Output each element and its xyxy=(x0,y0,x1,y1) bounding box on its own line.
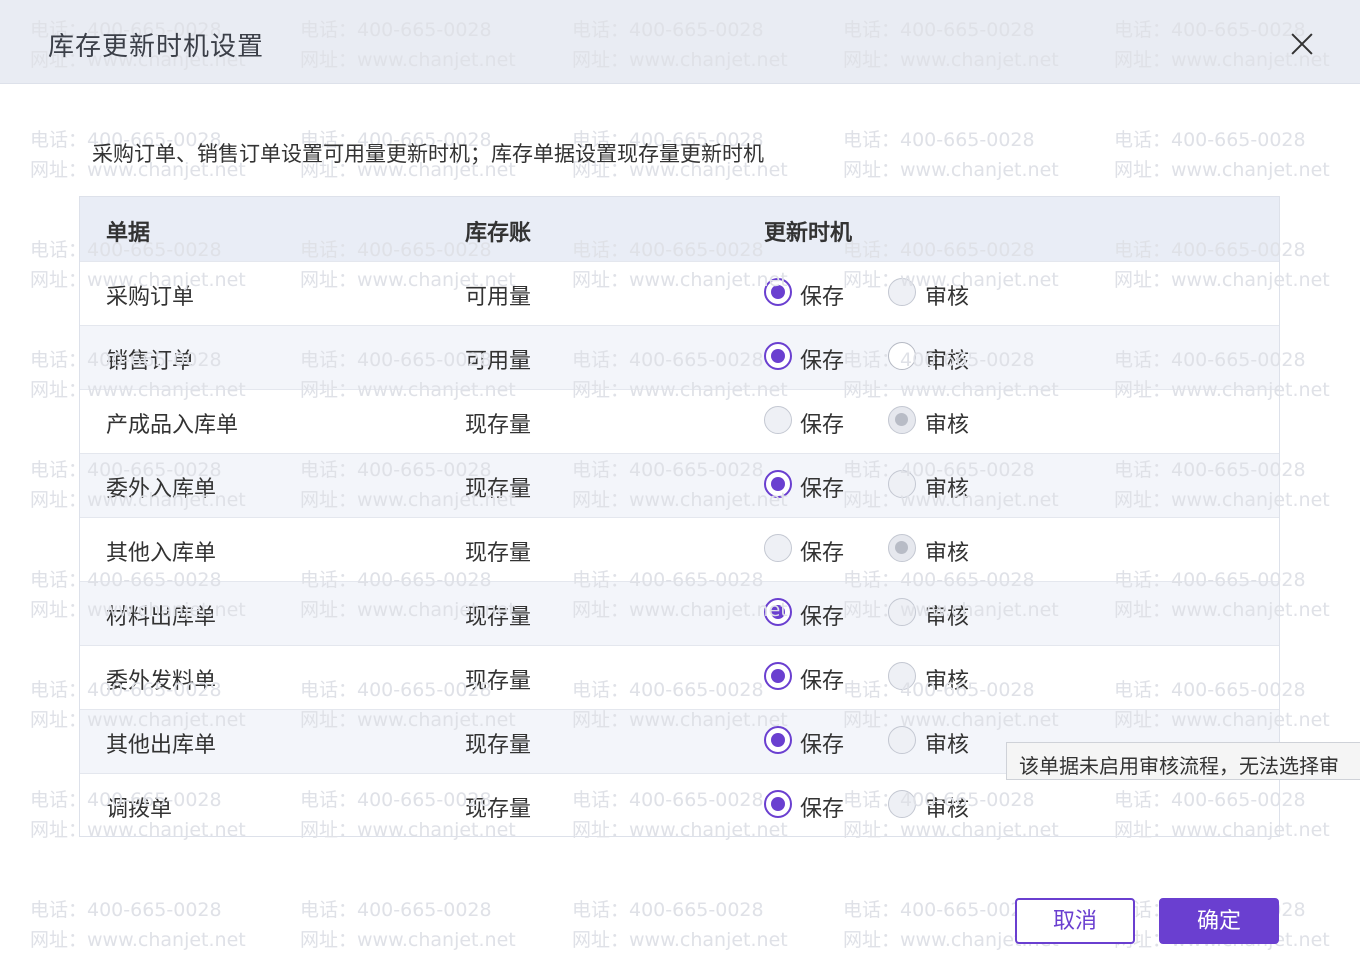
audit-radio-label: 审核 xyxy=(925,413,970,438)
audit-radio[interactable] xyxy=(888,406,916,434)
audit-radio-label: 审核 xyxy=(925,669,970,694)
save-radio[interactable] xyxy=(764,342,792,370)
save-radio[interactable] xyxy=(764,278,792,306)
save-radio-label: 保存 xyxy=(800,733,845,758)
audit-radio[interactable] xyxy=(888,534,916,562)
dialog-description: 采购订单、销售订单设置可用量更新时机；库存单据设置现存量更新时机 xyxy=(92,142,764,166)
watermark-text: 电话：400-665-0028网址：www.chanjet.net xyxy=(1114,129,1330,181)
audit-radio[interactable] xyxy=(888,598,916,626)
document-name: 销售订单 xyxy=(106,349,195,374)
save-radio-label: 保存 xyxy=(800,413,845,438)
audit-radio[interactable] xyxy=(888,662,916,690)
document-name: 产成品入库单 xyxy=(106,413,239,438)
ledger-type: 现存量 xyxy=(465,733,532,758)
table-row: 其他入库单 现存量 保存 审核 xyxy=(80,517,1279,581)
audit-radio-label: 审核 xyxy=(925,541,970,566)
table-row: 销售订单 可用量 保存 审核 xyxy=(80,325,1279,389)
dialog-title: 库存更新时机设置 xyxy=(48,32,265,62)
save-radio-label: 保存 xyxy=(800,605,845,630)
settings-table: 单据 库存账 更新时机 采购订单 可用量 保存 审核 销售订单 可用量 保存 审… xyxy=(79,196,1280,837)
save-radio-label: 保存 xyxy=(800,349,845,374)
ledger-type: 现存量 xyxy=(465,413,532,438)
table-row: 产成品入库单 现存量 保存 审核 xyxy=(80,389,1279,453)
save-radio[interactable] xyxy=(764,470,792,498)
document-name: 其他入库单 xyxy=(106,541,217,566)
ledger-type: 现存量 xyxy=(465,605,532,630)
save-radio[interactable] xyxy=(764,790,792,818)
audit-radio-label: 审核 xyxy=(925,797,970,822)
document-name: 委外发料单 xyxy=(106,669,217,694)
audit-radio-label: 审核 xyxy=(925,285,970,310)
document-name: 委外入库单 xyxy=(106,477,217,502)
audit-radio-label: 审核 xyxy=(925,477,970,502)
watermark-text: 电话：400-665-0028网址：www.chanjet.net xyxy=(843,129,1059,181)
save-radio-label: 保存 xyxy=(800,285,845,310)
ledger-type: 现存量 xyxy=(465,669,532,694)
audit-radio-label: 审核 xyxy=(925,733,970,758)
confirm-button[interactable]: 确定 xyxy=(1159,898,1279,944)
document-name: 调拨单 xyxy=(106,797,173,822)
cancel-button[interactable]: 取消 xyxy=(1015,898,1135,944)
close-icon[interactable] xyxy=(1286,28,1318,60)
document-name: 采购订单 xyxy=(106,285,195,310)
audit-radio[interactable] xyxy=(888,470,916,498)
table-row: 材料出库单 现存量 保存 审核 xyxy=(80,581,1279,645)
watermark-text: 电话：400-665-0028网址：www.chanjet.net xyxy=(300,899,516,951)
disabled-audit-tooltip: 该单据未启用审核流程，无法选择审 xyxy=(1006,742,1360,780)
watermark-text: 电话：400-665-0028网址：www.chanjet.net xyxy=(30,899,246,951)
ledger-type: 现存量 xyxy=(465,541,532,566)
document-name: 其他出库单 xyxy=(106,733,217,758)
watermark-text: 电话：400-665-0028网址：www.chanjet.net xyxy=(572,899,788,951)
ledger-type: 可用量 xyxy=(465,285,532,310)
audit-radio-label: 审核 xyxy=(925,349,970,374)
save-radio[interactable] xyxy=(764,406,792,434)
save-radio-label: 保存 xyxy=(800,541,845,566)
audit-radio[interactable] xyxy=(888,342,916,370)
save-radio-label: 保存 xyxy=(800,797,845,822)
save-radio-label: 保存 xyxy=(800,477,845,502)
save-radio[interactable] xyxy=(764,534,792,562)
audit-radio[interactable] xyxy=(888,278,916,306)
ledger-type: 现存量 xyxy=(465,797,532,822)
save-radio[interactable] xyxy=(764,598,792,626)
audit-radio-label: 审核 xyxy=(925,605,970,630)
inventory-update-timing-dialog: 库存更新时机设置 采购订单、销售订单设置可用量更新时机；库存单据设置现存量更新时… xyxy=(0,0,1360,980)
save-radio[interactable] xyxy=(764,662,792,690)
table-row: 委外入库单 现存量 保存 审核 xyxy=(80,453,1279,517)
save-radio-label: 保存 xyxy=(800,669,845,694)
column-header-document: 单据 xyxy=(106,221,151,246)
column-header-ledger: 库存账 xyxy=(465,221,532,246)
table-row: 委外发料单 现存量 保存 审核 xyxy=(80,645,1279,709)
document-name: 材料出库单 xyxy=(106,605,217,630)
save-radio[interactable] xyxy=(764,726,792,754)
audit-radio[interactable] xyxy=(888,790,916,818)
table-row: 采购订单 可用量 保存 审核 xyxy=(80,261,1279,325)
column-header-timing: 更新时机 xyxy=(764,221,853,246)
table-header: 单据 库存账 更新时机 xyxy=(80,197,1279,261)
table-row: 调拨单 现存量 保存 审核 xyxy=(80,773,1279,837)
ledger-type: 现存量 xyxy=(465,477,532,502)
audit-radio[interactable] xyxy=(888,726,916,754)
ledger-type: 可用量 xyxy=(465,349,532,374)
